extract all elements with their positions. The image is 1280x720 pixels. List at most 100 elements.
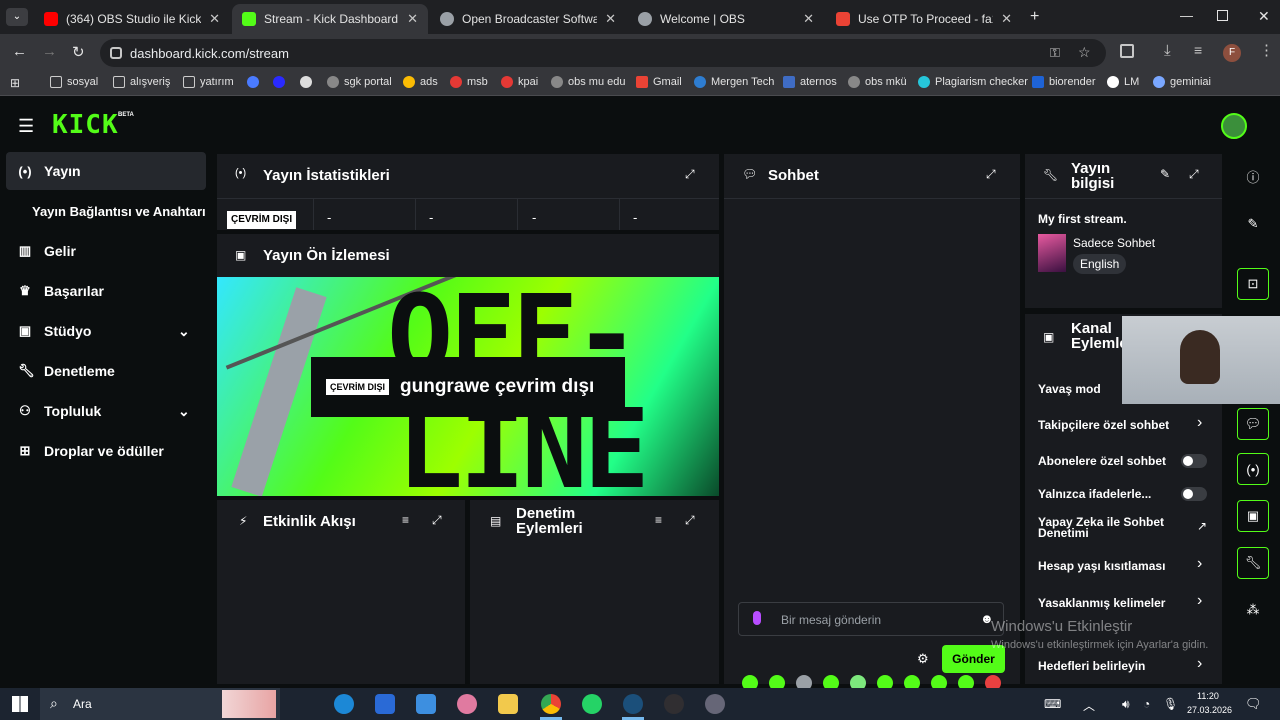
extensions-icon[interactable]: [1120, 44, 1134, 58]
kick-logo[interactable]: KICK: [52, 110, 119, 140]
sidebar-item-stream-key[interactable]: Yayın Bağlantısı ve Anahtarı: [6, 192, 226, 230]
expand-icon[interactable]: ⤢: [986, 167, 996, 182]
bookmark-kpai[interactable]: kpai: [501, 76, 538, 88]
close-icon[interactable]: ✕: [1001, 11, 1012, 27]
sidebar-item-denetleme[interactable]: 🔧︎ Denetleme: [6, 352, 206, 390]
hamburger-menu-icon[interactable]: ☰: [18, 116, 34, 137]
filter-icon[interactable]: ≡: [402, 513, 409, 527]
apps-icon[interactable]: ⊞: [10, 76, 20, 90]
microphone-icon[interactable]: [753, 611, 761, 625]
chat-input[interactable]: Bir mesaj gönderin ☻: [738, 602, 1004, 636]
tab-obs-welcome[interactable]: Welcome | OBS ✕: [628, 4, 824, 34]
bookmark-gmail[interactable]: Gmail: [636, 76, 682, 88]
address-bar[interactable]: dashboard.kick.com/stream ⚿ ☆: [100, 39, 1106, 67]
external-link-icon[interactable]: ↗: [1197, 519, 1207, 533]
forward-icon[interactable]: →: [42, 43, 57, 60]
info-icon[interactable]: ⓘ: [1237, 160, 1269, 192]
subscribers-only-toggle[interactable]: [1181, 454, 1207, 468]
keyboard-icon[interactable]: ⌨: [1044, 697, 1061, 711]
bookmark-obs-mu-edu[interactable]: obs mu edu: [551, 76, 625, 88]
tab-kick-dashboard[interactable]: Stream - Kick Dashboard ✕: [232, 4, 428, 34]
site-info-icon[interactable]: [110, 47, 122, 59]
edit-icon[interactable]: ✎: [1160, 167, 1170, 181]
media-icon[interactable]: ≡: [1194, 42, 1202, 58]
menu-icon[interactable]: ⋮: [1259, 41, 1274, 59]
chevron-right-icon[interactable]: ›: [1197, 414, 1202, 432]
bookmark-aternos[interactable]: aternos: [783, 76, 837, 88]
chevron-right-icon[interactable]: ›: [1197, 655, 1202, 673]
network-icon[interactable]: ◔: [1143, 697, 1150, 711]
filter-icon[interactable]: ≡: [655, 513, 662, 527]
edge-icon[interactable]: [334, 694, 354, 714]
start-icon[interactable]: [12, 696, 28, 712]
connections-icon[interactable]: ⁂: [1237, 594, 1269, 626]
bookmark-b-icon[interactable]: [273, 76, 290, 88]
bookmark-alisveris[interactable]: alışveriş: [113, 76, 170, 88]
clock-date[interactable]: 27.03.2026: [1187, 705, 1232, 715]
mail-icon[interactable]: [416, 694, 436, 714]
taskbar-search-box[interactable]: ⌕ Ara: [40, 688, 280, 720]
expand-icon[interactable]: ⤢: [685, 167, 695, 182]
bookmark-circle-icon[interactable]: [300, 76, 317, 88]
followers-only-chat-label[interactable]: Takipçilere özel sohbet: [1038, 418, 1169, 432]
tab-list-button[interactable]: ⌄: [6, 8, 28, 26]
bookmark-obs-mku[interactable]: obs mkü: [848, 76, 907, 88]
explorer-icon[interactable]: [498, 694, 518, 714]
store-icon[interactable]: [375, 694, 395, 714]
chevron-right-icon[interactable]: ›: [1197, 555, 1202, 573]
bookmark-plagiarism-checker[interactable]: Plagiarism checker: [918, 76, 1028, 88]
snip-icon[interactable]: [457, 694, 477, 714]
whatsapp-icon[interactable]: [582, 694, 602, 714]
maximize-button[interactable]: [1217, 10, 1228, 21]
chat-icon[interactable]: 💬︎: [1237, 408, 1269, 440]
expand-icon[interactable]: ⤢: [1189, 167, 1199, 182]
volume-icon[interactable]: 🔊︎: [1122, 697, 1130, 712]
close-icon[interactable]: ✕: [605, 11, 616, 27]
set-goals-label[interactable]: Hedefleri belirleyin: [1038, 659, 1145, 673]
user-avatar[interactable]: [1221, 113, 1247, 139]
expand-icon[interactable]: ⤢: [432, 513, 442, 528]
sidebar-item-gelir[interactable]: ▥ Gelir: [6, 232, 206, 270]
chrome-icon[interactable]: [541, 694, 561, 714]
mic-icon[interactable]: 🎙︎: [1163, 697, 1178, 711]
sidebar-item-basarilar[interactable]: ♛ Başarılar: [6, 272, 206, 310]
tray-chevron-icon[interactable]: ︿: [1083, 697, 1095, 714]
close-icon[interactable]: ✕: [407, 11, 418, 27]
close-icon[interactable]: ✕: [209, 11, 220, 27]
clock-time[interactable]: 11:20: [1197, 691, 1219, 701]
settings-icon[interactable]: [705, 694, 725, 714]
sidebar-item-yayin[interactable]: (•) Yayın: [6, 152, 206, 190]
channel-actions-icon[interactable]: ▣: [1237, 500, 1269, 532]
reload-icon[interactable]: ↻: [72, 43, 85, 61]
sidebar-item-droplar[interactable]: ⊞ Droplar ve ödüller: [6, 432, 206, 470]
sidebar-item-studyo[interactable]: ▣ Stüdyo ⌄: [6, 312, 206, 350]
edit-icon[interactable]: ✎: [1237, 208, 1269, 240]
minimize-button[interactable]: —: [1180, 8, 1193, 23]
bookmark-lm[interactable]: LM: [1107, 76, 1139, 88]
download-icon[interactable]: ⤓: [1164, 42, 1171, 59]
back-icon[interactable]: ←: [12, 43, 27, 60]
profile-avatar[interactable]: F: [1223, 44, 1241, 62]
chevron-right-icon[interactable]: ›: [1197, 592, 1202, 610]
capture-icon[interactable]: ⊡: [1237, 268, 1269, 300]
bookmark-biorender[interactable]: biorender: [1032, 76, 1095, 88]
ai-chat-moderation-label[interactable]: Yapay Zeka ile Sohbet Denetimi: [1038, 516, 1178, 539]
emotes-only-toggle[interactable]: [1181, 487, 1207, 501]
bookmark-geminiai[interactable]: geminiai: [1153, 76, 1211, 88]
expand-icon[interactable]: ⤢: [685, 513, 695, 528]
banned-words-label[interactable]: Yasaklanmış kelimeler: [1038, 596, 1165, 610]
bookmark-gem-icon[interactable]: [247, 76, 264, 88]
tab-gmail-otp[interactable]: Use OTP To Proceed - fa180107 ✕: [826, 4, 1022, 34]
tab-youtube[interactable]: (364) OBS Studio ile Kick Yayını ✕: [34, 4, 230, 34]
slow-mode-label[interactable]: Yavaş mod: [1038, 382, 1101, 396]
bookmark-msb[interactable]: msb: [450, 76, 488, 88]
steam-icon[interactable]: [623, 694, 643, 714]
bookmark-sosyal[interactable]: sosyal: [50, 76, 98, 88]
star-icon[interactable]: ☆: [1078, 44, 1091, 61]
wrench-icon[interactable]: 🔧︎: [1237, 547, 1269, 579]
close-window-button[interactable]: ✕: [1258, 8, 1270, 25]
bookmark-yatirim[interactable]: yatırım: [183, 76, 234, 88]
broadcast-icon[interactable]: (•): [1237, 453, 1269, 485]
bookmark-ads[interactable]: ads: [403, 76, 438, 88]
new-tab-button[interactable]: +: [1030, 8, 1039, 26]
